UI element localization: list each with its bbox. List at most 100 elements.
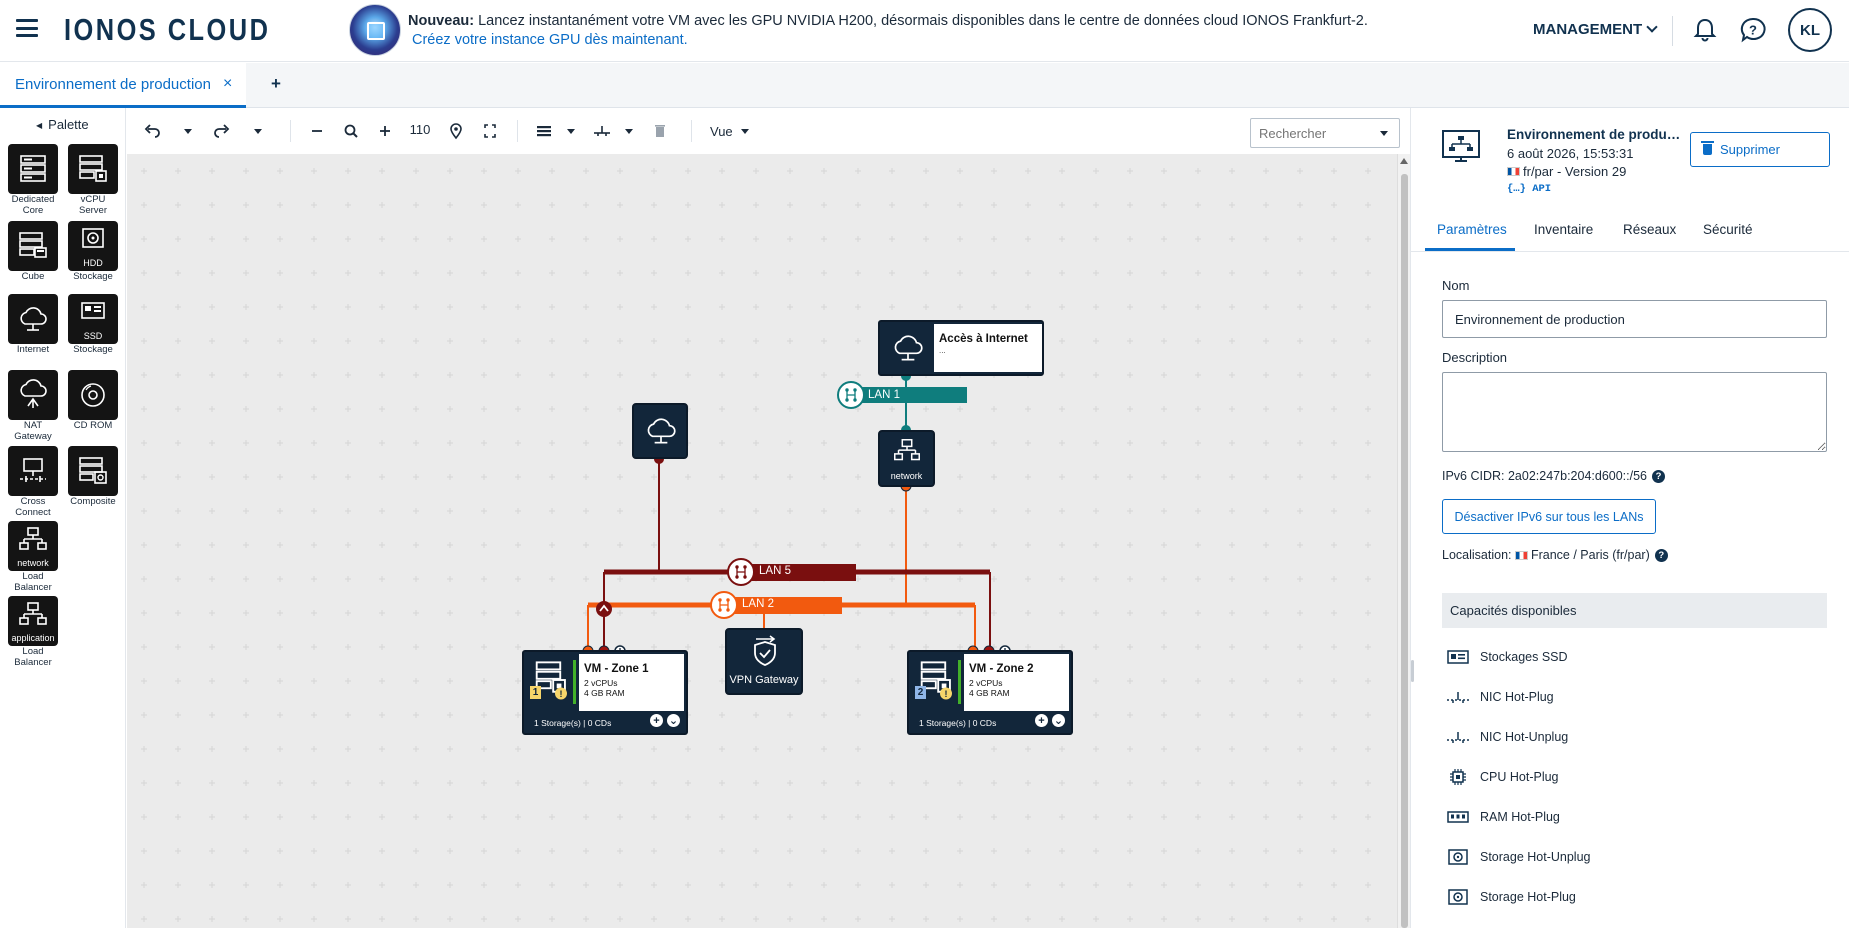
undo-icon[interactable]	[143, 120, 161, 142]
list-icon[interactable]	[535, 120, 553, 142]
palette-item-vcpu-server[interactable]: vCPU Server	[66, 144, 120, 216]
vm-zone-2-node[interactable]: 2 ! VM - Zone 2 2 vCPUs 4 GB RAM 1 Stora…	[907, 650, 1073, 735]
vm-ram: 4 GB RAM	[584, 688, 625, 698]
trash-icon[interactable]	[652, 120, 668, 142]
management-menu[interactable]: MANAGEMENT	[1533, 21, 1658, 38]
redo-icon[interactable]	[213, 120, 231, 142]
palette-item-composite[interactable]: Composite	[66, 446, 120, 508]
palette-item-dedicated-core[interactable]: Dedicated Core	[6, 144, 60, 216]
network-load-balancer-node[interactable]: network	[878, 430, 935, 487]
close-icon[interactable]: ×	[223, 75, 232, 93]
internet-node[interactable]	[632, 403, 688, 459]
zoom-search-icon[interactable]	[343, 120, 359, 142]
caret-down-icon[interactable]	[1380, 131, 1388, 136]
fit-screen-icon[interactable]	[482, 120, 498, 142]
lan5-label[interactable]: LAN 5	[759, 565, 791, 577]
redo-dropdown[interactable]	[252, 120, 264, 142]
location-pin-icon[interactable]	[448, 120, 464, 142]
tab-production-environment[interactable]: Environnement de production ×	[0, 63, 247, 108]
cloud-icon	[8, 294, 58, 344]
undo-dropdown[interactable]	[182, 120, 194, 142]
vm-ram: 4 GB RAM	[969, 688, 1010, 698]
zoom-in-icon[interactable]	[377, 120, 393, 142]
storage-icon	[1448, 849, 1468, 865]
palette-item-cd-rom[interactable]: CD ROM	[66, 370, 120, 432]
tab-securite[interactable]: Sécurité	[1703, 222, 1753, 237]
api-link[interactable]: {…} API	[1507, 183, 1551, 195]
vm-footer: 1 Storage(s) | 0 CDs	[534, 718, 612, 728]
search-input[interactable]	[1250, 118, 1400, 148]
add-icon[interactable]: +	[1035, 714, 1048, 727]
ssd-icon	[1447, 650, 1469, 664]
palette-item-cube[interactable]: Cube	[6, 221, 60, 283]
palette-item-application-load-balancer[interactable]: application Load Balancer	[6, 596, 60, 668]
internet-access-node[interactable]: Accès à Internet ...	[878, 320, 1044, 376]
add-icon[interactable]: +	[650, 714, 663, 727]
panel-date: 6 août 2026, 15:53:31	[1507, 146, 1634, 161]
user-avatar[interactable]: KL	[1788, 8, 1832, 52]
status-bar	[958, 660, 961, 704]
list-dropdown[interactable]	[565, 120, 577, 142]
add-tab-button[interactable]: +	[271, 74, 281, 94]
chevron-down-icon[interactable]: ⌄	[1052, 714, 1065, 727]
cdrom-icon	[68, 370, 118, 420]
france-flag-icon	[1507, 167, 1520, 176]
nic-dropdown[interactable]	[623, 120, 635, 142]
menu-icon[interactable]	[16, 19, 38, 37]
palette-toggle[interactable]: ◀ Palette	[36, 117, 89, 132]
top-bar: IONOS CLOUD Nouveau: Lancez instantanéme…	[0, 0, 1849, 62]
logo[interactable]: IONOS CLOUD	[64, 12, 270, 48]
delete-button[interactable]: Supprimer	[1690, 132, 1830, 167]
zoom-level[interactable]: 110	[406, 118, 434, 140]
help-icon[interactable]: ?	[1738, 15, 1768, 45]
vm-cpu: 2 vCPUs	[969, 678, 1003, 688]
palette-item-internet[interactable]: Internet	[6, 294, 60, 356]
palette-item-ssd-storage[interactable]: SSD Stockage	[66, 294, 120, 356]
nic-icon	[1447, 732, 1469, 743]
ram-icon	[1447, 811, 1469, 823]
cpu-icon	[1450, 769, 1466, 785]
vcpu-server-icon	[68, 144, 118, 194]
tab-reseaux[interactable]: Réseaux	[1623, 222, 1676, 237]
help-icon[interactable]: ?	[1652, 469, 1666, 483]
description-field[interactable]	[1442, 372, 1827, 452]
active-tab-indicator	[1425, 248, 1515, 251]
ssd-icon: SSD	[68, 294, 118, 344]
zoom-out-icon[interactable]	[309, 120, 325, 142]
bell-icon[interactable]	[1690, 15, 1720, 45]
announcement-text: Nouveau: Lancez instantanément votre VM …	[408, 13, 1368, 29]
divider	[691, 120, 692, 142]
disable-ipv6-button[interactable]: Désactiver IPv6 sur tous les LANs	[1442, 499, 1656, 534]
vertical-scrollbar[interactable]	[1397, 154, 1410, 928]
palette-item-hdd-storage[interactable]: HDD Stockage	[66, 221, 120, 283]
tab-inventaire[interactable]: Inventaire	[1534, 222, 1593, 237]
scroll-up-icon[interactable]	[1400, 158, 1408, 164]
svg-text:?: ?	[1749, 23, 1757, 38]
canvas-grid	[127, 154, 1397, 928]
announcement-link[interactable]: Créez votre instance GPU dès maintenant.	[412, 32, 688, 48]
lan2-label[interactable]: LAN 2	[742, 598, 774, 610]
palette-item-nat-gateway[interactable]: NAT Gateway	[6, 370, 60, 442]
panel-title: Environnement de producti...	[1507, 127, 1685, 142]
name-label: Nom	[1442, 278, 1470, 293]
trash-icon	[1701, 141, 1714, 155]
chevron-down-icon[interactable]: ⌄	[667, 714, 680, 727]
view-menu[interactable]: Vue	[710, 120, 760, 142]
vm-footer: 1 Storage(s) | 0 CDs	[919, 718, 997, 728]
palette-item-cross-connect[interactable]: Cross Connect	[6, 446, 60, 518]
server-stack-icon	[8, 144, 58, 194]
internet-access-title: Accès à Internet	[939, 333, 1028, 345]
nic-icon[interactable]	[592, 120, 612, 142]
panel-resize-handle[interactable]	[1411, 660, 1414, 682]
caret-down-icon	[254, 128, 262, 134]
diagram-canvas[interactable]	[127, 154, 1397, 928]
vm-zone-1-node[interactable]: 1 ! VM - Zone 1 2 vCPUs 4 GB RAM 1 Stora…	[522, 650, 688, 735]
palette-item-network-load-balancer[interactable]: network Load Balancer	[6, 521, 60, 593]
scrollbar-thumb[interactable]	[1401, 174, 1408, 928]
vpn-gateway-node[interactable]: VPN Gateway	[725, 628, 803, 695]
tab-parametres[interactable]: Paramètres	[1437, 222, 1507, 237]
warning-icon: !	[555, 687, 567, 700]
lan1-label[interactable]: LAN 1	[868, 389, 900, 401]
help-icon[interactable]: ?	[1654, 548, 1668, 562]
name-field[interactable]	[1442, 300, 1827, 338]
